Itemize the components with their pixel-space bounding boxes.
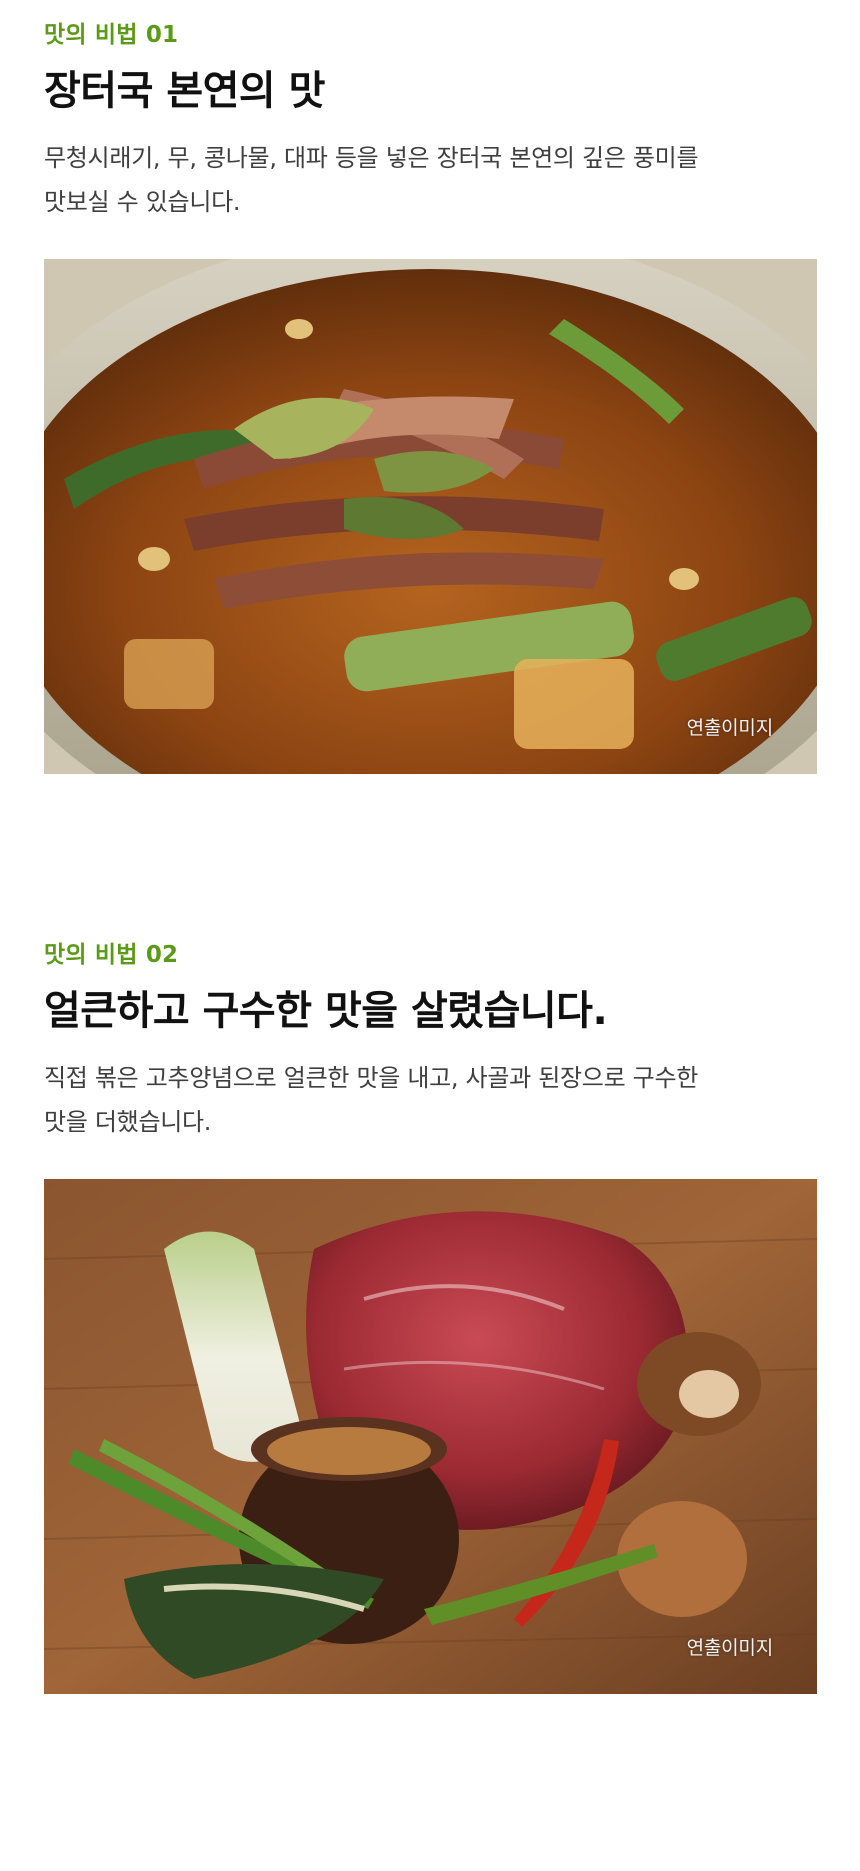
description-line: 직접 볶은 고추양념으로 얼큰한 맛을 내고, 사골과 된장으로 구수한 xyxy=(44,1064,699,1092)
description-line: 무청시래기, 무, 콩나물, 대파 등을 넣은 장터국 본연의 깊은 풍미를 xyxy=(44,144,699,172)
section-headline: 얼큰하고 구수한 맛을 살렸습니다. xyxy=(44,988,608,1034)
description-line: 맛보실 수 있습니다. xyxy=(44,188,241,216)
section-headline: 장터국 본연의 맛 xyxy=(44,68,325,114)
image-caption: 연출이미지 xyxy=(686,1637,774,1659)
section-eyebrow: 맛의 비법 01 xyxy=(44,22,179,48)
ingredients-illustration xyxy=(44,1179,817,1694)
description-line: 맛을 더했습니다. xyxy=(44,1108,212,1136)
image-caption: 연출이미지 xyxy=(686,717,774,739)
soup-bowl-image: 연출이미지 xyxy=(44,259,817,774)
section-eyebrow: 맛의 비법 02 xyxy=(44,942,179,968)
section-description: 무청시래기, 무, 콩나물, 대파 등을 넣은 장터국 본연의 깊은 풍미를 맛… xyxy=(44,136,817,224)
ingredients-image: 연출이미지 xyxy=(44,1179,817,1694)
soup-illustration xyxy=(44,259,817,774)
section-description: 직접 볶은 고추양념으로 얼큰한 맛을 내고, 사골과 된장으로 구수한 맛을 … xyxy=(44,1056,817,1144)
